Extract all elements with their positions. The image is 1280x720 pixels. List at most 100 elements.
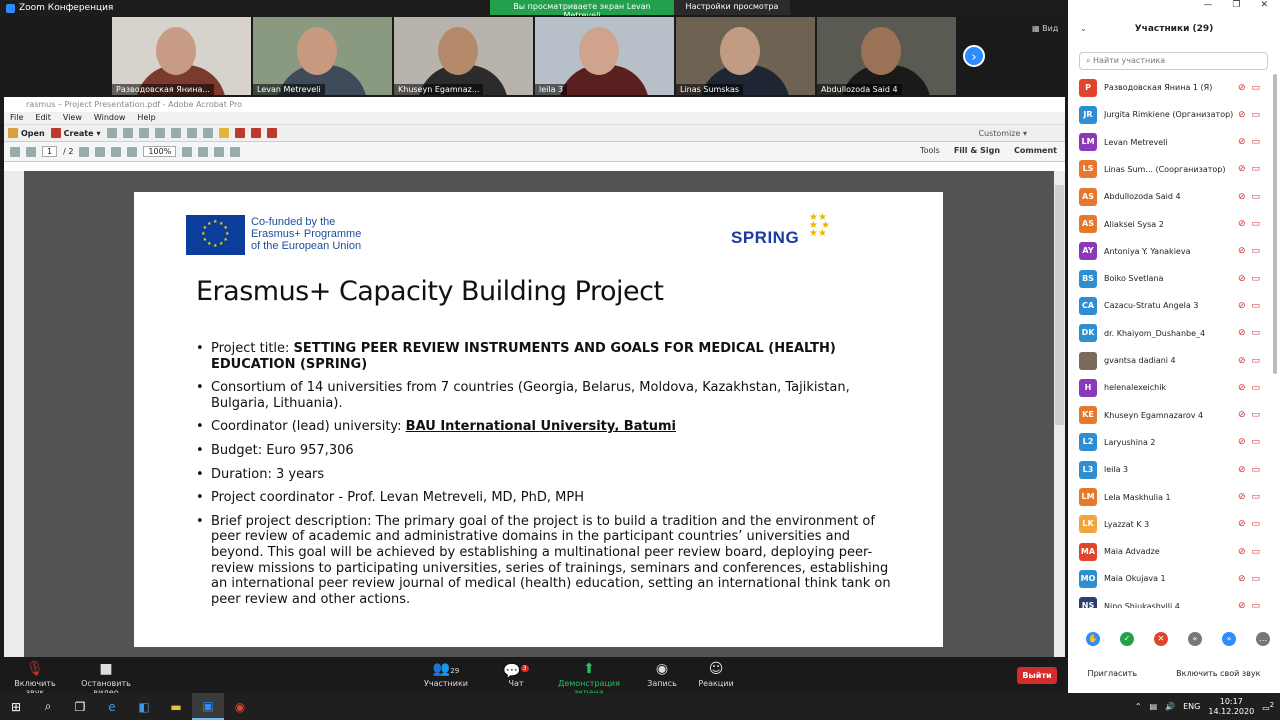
video-tile[interactable]: Abdullozoda Said 4	[817, 17, 956, 95]
comment-tab[interactable]: Comment	[1014, 146, 1057, 155]
create-button[interactable]: Create ▾	[50, 128, 101, 138]
clock[interactable]: 10:17 14.12.2020	[1208, 697, 1254, 717]
zoom-level-select[interactable]: 100%	[143, 146, 177, 157]
volume-icon[interactable]: 🔊	[1165, 702, 1175, 711]
file-explorer-icon[interactable]: ▬	[160, 693, 192, 720]
page-down-icon[interactable]	[26, 146, 36, 157]
raise-hand-icon[interactable]: ✋	[1086, 632, 1100, 646]
video-tile[interactable]: leila 3	[535, 17, 674, 95]
participant-list-scrollbar[interactable]	[1273, 74, 1277, 374]
save-icon[interactable]	[106, 128, 117, 138]
no-icon[interactable]: ✕	[1154, 632, 1168, 646]
minimize-icon[interactable]: —	[1203, 0, 1212, 14]
participant-row[interactable]: LM Levan Metreveli ⊘▭	[1068, 129, 1280, 156]
email-icon[interactable]	[170, 128, 181, 138]
participant-row[interactable]: P Разводовская Янина 1 (Я) ⊘▭	[1068, 74, 1280, 101]
language-indicator[interactable]: ENG	[1183, 702, 1200, 711]
menu-edit[interactable]: Edit	[35, 113, 51, 124]
go-slower-icon[interactable]: «	[1188, 632, 1202, 646]
share-screen-button[interactable]: ⬆Демонстрация экрана	[545, 659, 633, 697]
vertical-scrollbar[interactable]	[1054, 171, 1065, 657]
unmute-button[interactable]: 🎙Включить звук	[6, 659, 64, 697]
zoom-out-icon[interactable]	[111, 146, 122, 157]
participant-row[interactable]: AS Aliaksei Sysa 2 ⊘▭	[1068, 211, 1280, 238]
scrolling-mode-icon[interactable]	[214, 146, 225, 157]
comment-icon[interactable]	[202, 128, 213, 138]
zoom-app-icon[interactable]: ▣	[192, 693, 224, 720]
page-up-icon[interactable]	[10, 146, 20, 157]
participant-row[interactable]: KE Khuseyn Egamnazarov 4 ⊘▭	[1068, 402, 1280, 429]
participant-row[interactable]: LK Lyazzat K 3 ⊘▭	[1068, 511, 1280, 538]
attach-icon[interactable]	[250, 128, 261, 138]
settings-icon[interactable]	[186, 128, 197, 138]
highlight-icon[interactable]	[218, 128, 229, 138]
network-icon[interactable]: ▤	[1150, 702, 1158, 711]
read-mode-icon[interactable]	[230, 146, 241, 157]
more-icon[interactable]: …	[1256, 632, 1270, 646]
participant-row[interactable]: NS Nino Shiukashvili 4 ⊘▭	[1068, 593, 1280, 608]
participant-row[interactable]: AS Abdullozoda Said 4 ⊘▭	[1068, 183, 1280, 210]
participant-row[interactable]: L3 leila 3 ⊘▭	[1068, 456, 1280, 483]
participants-button[interactable]: 👥29 Участники	[422, 659, 470, 688]
next-videos-icon[interactable]: ›	[963, 45, 985, 67]
menu-view[interactable]: View	[63, 113, 82, 124]
participant-row[interactable]: DK dr. Khaiyom_Dushanbe_4 ⊘▭	[1068, 320, 1280, 347]
go-faster-icon[interactable]: »	[1222, 632, 1236, 646]
edge-icon[interactable]: e	[96, 693, 128, 720]
print-icon[interactable]	[138, 128, 149, 138]
store-icon[interactable]: ◧	[128, 693, 160, 720]
hand-tool-icon[interactable]	[95, 146, 106, 157]
task-view-icon[interactable]: ❐	[64, 693, 96, 720]
notification-icon[interactable]: ▭2	[1262, 701, 1274, 713]
participant-row[interactable]: MO Maia Okujava 1 ⊘▭	[1068, 565, 1280, 592]
participant-row[interactable]: gvantsa dadiani 4 ⊘▭	[1068, 347, 1280, 374]
view-toggle[interactable]: ▦ Вид	[1032, 24, 1058, 33]
menu-window[interactable]: Window	[94, 113, 126, 124]
participant-row[interactable]: CA Cazacu-Stratu Angela 3 ⊘▭	[1068, 292, 1280, 319]
menu-help[interactable]: Help	[137, 113, 155, 124]
view-options-button[interactable]: Настройки просмотра ⌄	[674, 0, 790, 20]
select-tool-icon[interactable]	[79, 146, 90, 157]
tools-tab[interactable]: Tools	[920, 146, 940, 155]
participant-row[interactable]: Hhelenalexeichik ⊘▭	[1068, 374, 1280, 401]
participant-row[interactable]: JR Jurgita Rimkiene (Организатор) ⊘▭	[1068, 101, 1280, 128]
reactions-button[interactable]: ☺ Реакции	[697, 659, 735, 688]
page-number-input[interactable]: 1	[42, 146, 58, 157]
participant-search-input[interactable]: ⌕ Найти участника	[1079, 52, 1268, 70]
edit-icon[interactable]	[154, 128, 165, 138]
start-icon[interactable]: ⊞	[0, 693, 32, 720]
fill-sign-tab[interactable]: Fill & Sign	[954, 146, 1000, 155]
participant-row[interactable]: AY Antoniya Y. Yanakieva ⊘▭	[1068, 238, 1280, 265]
record-button[interactable]: ◉ Запись	[645, 659, 679, 688]
search-icon[interactable]: ⌕	[32, 693, 64, 720]
customize-dropdown[interactable]: Customize ▾	[978, 129, 1027, 138]
stamp-icon[interactable]	[234, 128, 245, 138]
slide-bullets: Project title: SETTING PEER REVIEW INSTR…	[196, 341, 896, 615]
upload-icon[interactable]	[122, 128, 133, 138]
leave-button[interactable]: Выйти	[1017, 667, 1057, 684]
video-tile[interactable]: Разводовская Янина...	[112, 17, 251, 95]
video-tile[interactable]: Levan Metreveli	[253, 17, 392, 95]
participant-row[interactable]: LS Linas Sum... (Соорганизатор) ⊘▭	[1068, 156, 1280, 183]
invite-button[interactable]: Пригласить	[1088, 669, 1137, 678]
video-tile[interactable]: Linas Sumskas	[676, 17, 815, 95]
fit-width-icon[interactable]	[182, 146, 193, 157]
share-icon[interactable]	[266, 128, 277, 138]
fit-page-icon[interactable]	[198, 146, 209, 157]
chat-button[interactable]: 💬 3 Чат	[502, 659, 530, 688]
participant-row[interactable]: BS Boiko Svetlana ⊘▭	[1068, 265, 1280, 292]
zoom-in-icon[interactable]	[127, 146, 138, 157]
close-icon[interactable]: ✕	[1260, 0, 1268, 14]
tray-chevron-icon[interactable]: ⌃	[1135, 702, 1142, 711]
stop-video-button[interactable]: ■Остановить видео	[70, 659, 142, 697]
menu-file[interactable]: File	[10, 113, 23, 124]
participant-row[interactable]: LM Lela Maskhulia 1 ⊘▭	[1068, 484, 1280, 511]
unmute-me-button[interactable]: Включить свой звук	[1176, 669, 1260, 678]
video-tile[interactable]: Khuseyn Egamnaz...	[394, 17, 533, 95]
open-button[interactable]: Open	[8, 128, 45, 138]
participant-row[interactable]: L2 Laryushina 2 ⊘▭	[1068, 429, 1280, 456]
restore-icon[interactable]: ❐	[1232, 0, 1240, 14]
chrome-icon[interactable]: ◉	[224, 693, 256, 720]
yes-icon[interactable]: ✓	[1120, 632, 1134, 646]
participant-row[interactable]: MA Maia Advadze ⊘▭	[1068, 538, 1280, 565]
